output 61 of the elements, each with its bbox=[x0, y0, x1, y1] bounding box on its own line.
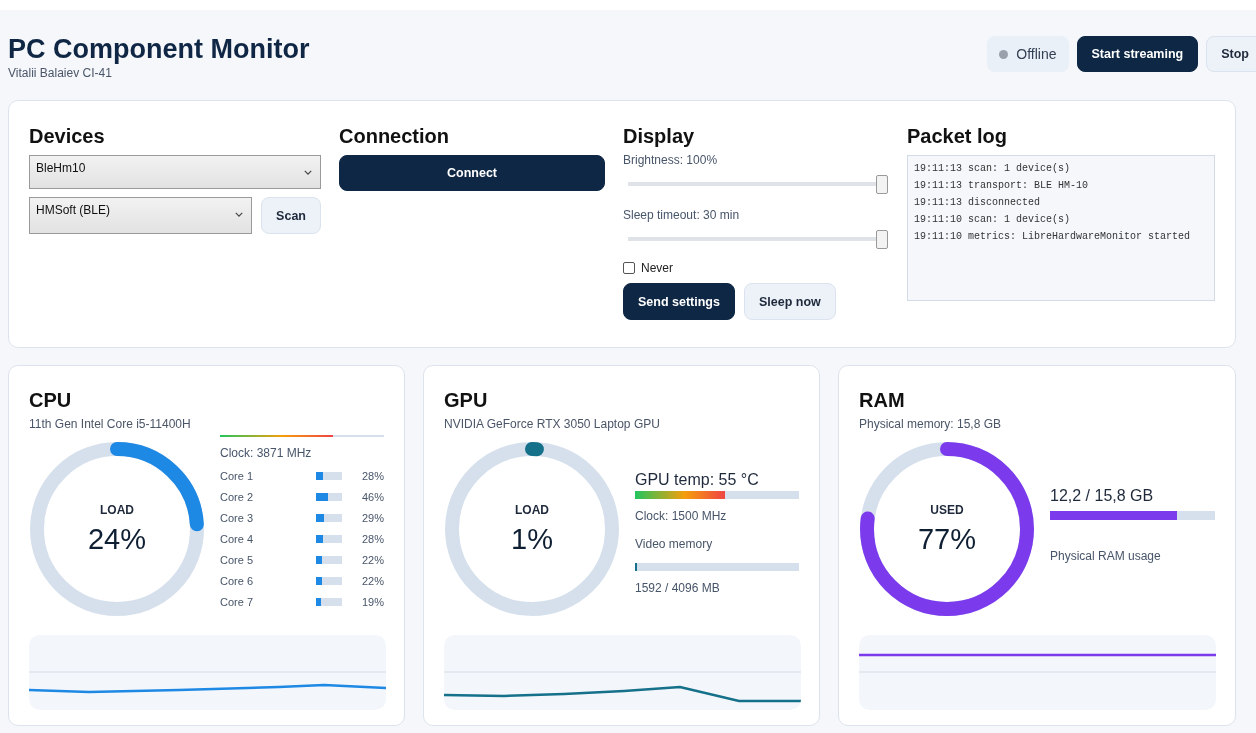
dropdown[interactable]: HMSoft (BLE) bbox=[29, 197, 253, 234]
dropdown[interactable]: BleHm10 bbox=[29, 155, 321, 189]
send-settings-button[interactable]: Send settings bbox=[623, 283, 735, 320]
memory-value: 1592 / 4096 MB bbox=[635, 581, 721, 595]
gauge-label: LOAD bbox=[100, 502, 134, 517]
gauge-value: 1% bbox=[511, 522, 553, 556]
checkbox-label: Never bbox=[641, 261, 673, 275]
clock-label: Clock: 1500 MHz bbox=[635, 509, 728, 523]
core-value: 22% bbox=[360, 575, 384, 587]
card-title: GPU bbox=[444, 388, 489, 412]
log-line: 19:11:13 transport: BLE HM-10 bbox=[914, 179, 1090, 193]
slider-label: Brightness: 100% bbox=[623, 153, 719, 167]
section-title: Devices bbox=[29, 125, 106, 147]
section-title: Display bbox=[623, 125, 696, 147]
card-subtitle: 11th Gen Intel Core i5-11400H bbox=[29, 417, 192, 431]
card-title: CPU bbox=[29, 388, 73, 412]
card-title: RAM bbox=[859, 388, 906, 412]
core-label: Core 1 bbox=[220, 470, 255, 482]
log-line: 19:11:13 disconnected bbox=[914, 196, 1042, 210]
caret-icon bbox=[304, 170, 312, 175]
section-title: Packet log bbox=[907, 125, 1009, 147]
gauge-label: LOAD bbox=[515, 502, 549, 517]
slider-thumb[interactable] bbox=[876, 230, 888, 249]
section-title: Connection bbox=[339, 125, 450, 147]
scan-button[interactable]: Scan bbox=[261, 197, 321, 234]
slider-label: Sleep timeout: 30 min bbox=[623, 208, 741, 222]
connect-button[interactable]: Connect bbox=[339, 155, 605, 191]
core-value: 29% bbox=[360, 512, 384, 524]
core-label: Core 4 bbox=[220, 533, 255, 545]
start-streaming-button[interactable]: Start streaming bbox=[1076, 36, 1199, 72]
gauge-label: USED bbox=[930, 502, 964, 517]
memory-label: Physical RAM usage bbox=[1050, 549, 1162, 563]
core-value: 46% bbox=[360, 491, 384, 503]
core-label: Core 6 bbox=[220, 575, 255, 587]
log-line: 19:11:10 metrics: LibreHardwareMonitor started bbox=[914, 230, 1192, 244]
sleep-now-button[interactable]: Sleep now bbox=[743, 283, 836, 320]
temperature-label: GPU temp: 55 °C bbox=[635, 471, 760, 489]
core-value: 28% bbox=[360, 533, 384, 545]
author-label: Vitalii Balaiev CI-41 bbox=[8, 66, 113, 80]
core-value: 22% bbox=[360, 554, 384, 566]
gauge-value: 77% bbox=[917, 522, 976, 556]
card-subtitle: Physical memory: 15,8 GB bbox=[859, 417, 1003, 431]
slider-thumb[interactable] bbox=[876, 175, 888, 194]
app-title: PC Component Monitor bbox=[8, 34, 310, 64]
clock-label: Clock: 3871 MHz bbox=[220, 446, 313, 460]
memory-label: Video memory bbox=[635, 537, 714, 551]
gauge-value: 24% bbox=[87, 522, 146, 556]
checkbox[interactable] bbox=[623, 262, 635, 274]
status-label: Offline bbox=[1016, 46, 1057, 62]
core-label: Core 2 bbox=[220, 491, 255, 503]
caret-icon bbox=[235, 212, 244, 217]
core-label: Core 7 bbox=[220, 596, 255, 608]
core-value: 28% bbox=[360, 470, 384, 482]
memory-value: 12,2 / 15,8 GB bbox=[1050, 487, 1155, 505]
log-line: 19:11:10 scan: 1 device(s) bbox=[914, 213, 1072, 227]
card-subtitle: NVIDIA GeForce RTX 3050 Laptop GPU bbox=[444, 417, 661, 431]
log-line: 19:11:13 scan: 1 device(s) bbox=[914, 162, 1072, 176]
core-label: Core 3 bbox=[220, 512, 255, 524]
stop-button[interactable]: Stop bbox=[1206, 36, 1256, 72]
core-value: 19% bbox=[360, 596, 384, 608]
core-label: Core 5 bbox=[220, 554, 255, 566]
